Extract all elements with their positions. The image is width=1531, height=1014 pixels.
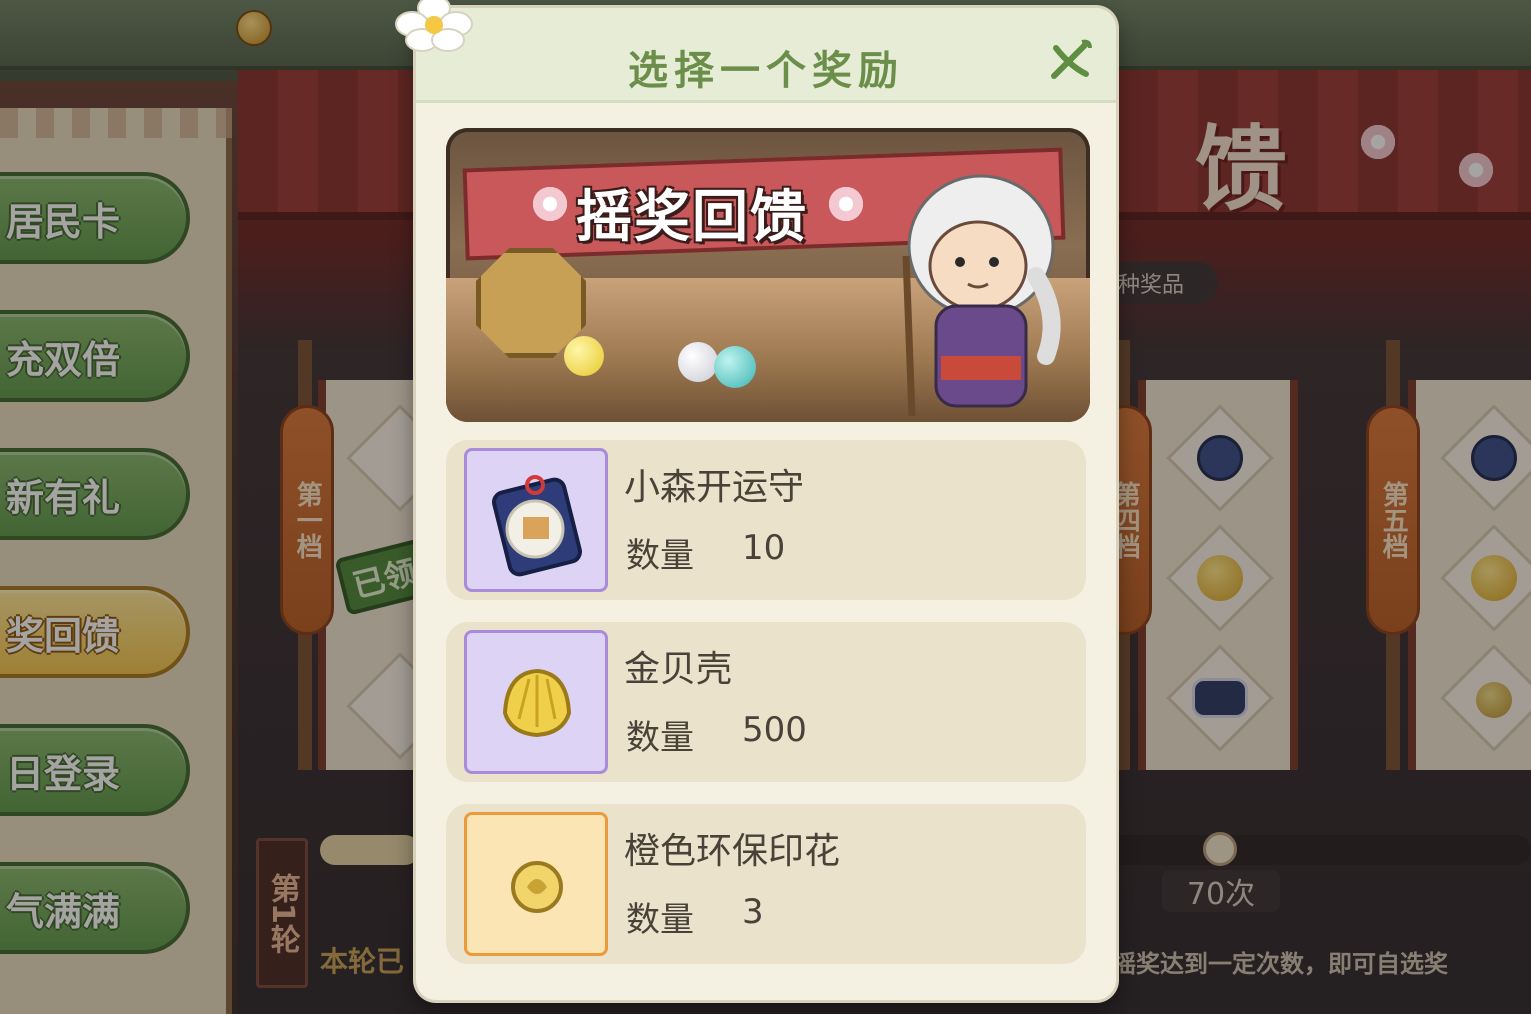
teal-ball-icon	[714, 346, 756, 388]
reward-name: 金贝壳	[624, 649, 733, 690]
orange-stamp-icon	[511, 861, 563, 913]
granny-character	[902, 174, 1061, 416]
reward-icon-frame	[464, 448, 608, 592]
close-icon[interactable]	[1046, 36, 1094, 84]
reward-icon-frame	[464, 812, 608, 956]
flower-decoration-icon	[395, 0, 473, 52]
reward-qty-value: 500	[742, 710, 807, 750]
reward-qty-label: 数量	[626, 900, 694, 940]
event-banner-image: 摇奖回馈	[446, 128, 1090, 422]
reward-qty-label: 数量	[626, 718, 694, 758]
reward-qty-label: 数量	[626, 536, 694, 576]
reward-name: 小森开运守	[624, 467, 805, 508]
gold-shell-icon	[502, 668, 572, 738]
reward-qty-value: 10	[742, 528, 786, 568]
omamori-charm-icon	[492, 475, 582, 577]
reward-option-3[interactable]: 橙色环保印花 数量 3	[446, 804, 1086, 964]
reward-option-1[interactable]: 小森开运守 数量 10	[446, 440, 1086, 600]
dialog-title: 选择一个奖励	[628, 48, 904, 94]
yellow-ball-icon	[564, 336, 604, 376]
reward-option-2[interactable]: 金贝壳 数量 500	[446, 622, 1086, 782]
reward-qty-value: 3	[742, 892, 764, 932]
sakura-icon	[530, 184, 570, 224]
reward-name: 橙色环保印花	[624, 831, 841, 872]
reward-icon-frame	[464, 630, 608, 774]
banner-title: 摇奖回馈	[576, 184, 808, 250]
reward-select-dialog: 选择一个奖励 摇奖回馈 小森开运守 数量 10 金贝壳 数量 500 橙色环保印…	[416, 8, 1116, 1000]
white-ball-icon	[678, 342, 718, 382]
